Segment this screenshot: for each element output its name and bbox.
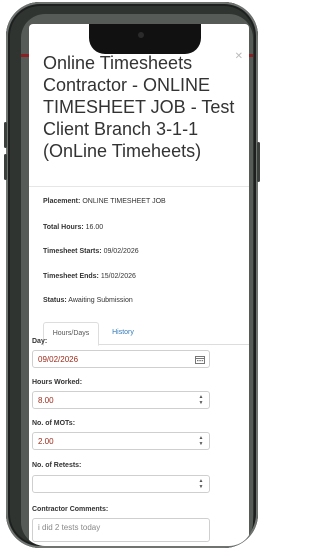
status-value: Awaiting Submission xyxy=(68,297,133,304)
contractor-comments-label: Contractor Comments: xyxy=(32,506,109,513)
total-hours-row: Total Hours: 16.00 xyxy=(43,224,103,231)
hours-worked-value: 8.00 xyxy=(38,396,54,405)
timesheet-starts-row: Timesheet Starts: 09/02/2026 xyxy=(43,248,139,255)
hours-days-form: Day: 09/02/2026 Hours Worked: 8.00 ▲ ▼ No… xyxy=(24,322,214,552)
modal-title: Online Timesheets Contractor - ONLINE TI… xyxy=(43,53,235,161)
hours-worked-field[interactable]: 8.00 ▲ ▼ xyxy=(32,391,210,409)
timesheet-starts-value: 09/02/2026 xyxy=(103,248,139,255)
retests-label: No. of Retests: xyxy=(32,462,82,469)
retests-stepper-icon[interactable]: ▲ ▼ xyxy=(197,478,205,490)
timesheet-starts-label: Timesheet Starts: xyxy=(43,248,102,255)
timesheet-ends-row: Timesheet Ends: 15/02/2026 xyxy=(43,273,136,280)
header-divider xyxy=(29,186,249,187)
mots-value: 2.00 xyxy=(38,437,54,446)
day-label: Day: xyxy=(32,338,48,345)
hours-stepper-icon[interactable]: ▲ ▼ xyxy=(197,394,205,406)
status-label: Status: xyxy=(43,297,67,304)
timesheet-ends-label: Timesheet Ends: xyxy=(43,273,99,280)
placement-label: Placement: xyxy=(43,198,81,205)
bottom-edge xyxy=(0,530,264,540)
mots-field[interactable]: 2.00 ▲ ▼ xyxy=(32,432,210,450)
total-hours-label: Total Hours: xyxy=(43,224,84,231)
power-button xyxy=(257,142,260,182)
mots-stepper-icon[interactable]: ▲ ▼ xyxy=(197,435,205,447)
phone-notch xyxy=(89,24,201,54)
calendar-icon[interactable] xyxy=(195,355,205,364)
volume-down-button xyxy=(4,154,7,180)
timesheet-ends-value: 15/02/2026 xyxy=(100,273,136,280)
day-value: 09/02/2026 xyxy=(38,355,79,364)
hours-worked-label: Hours Worked: xyxy=(32,379,83,386)
total-hours-value: 16.00 xyxy=(85,224,104,231)
status-row: Status: Awaiting Submission xyxy=(43,297,133,304)
camera-icon xyxy=(138,32,144,38)
mots-label: No. of MOTs: xyxy=(32,420,76,427)
placement-row: Placement: ONLINE TIMESHEET JOB xyxy=(43,198,166,205)
day-field[interactable]: 09/02/2026 xyxy=(32,350,210,368)
retests-field[interactable]: ▲ ▼ xyxy=(32,475,210,493)
volume-up-button xyxy=(4,122,7,148)
placement-value: ONLINE TIMESHEET JOB xyxy=(82,198,166,205)
